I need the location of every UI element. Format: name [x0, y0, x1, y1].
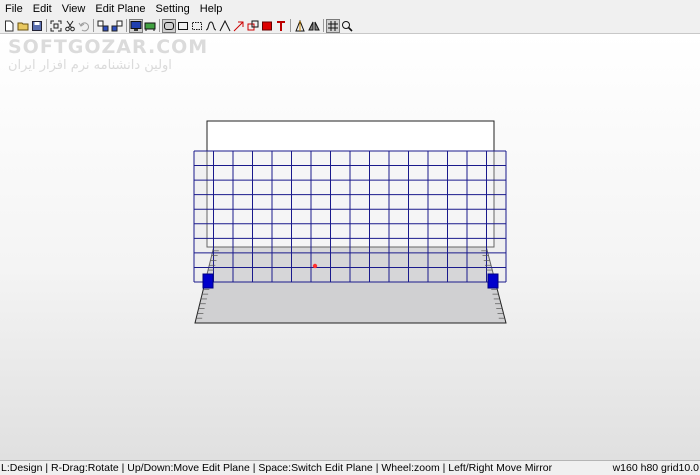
peak-icon[interactable]: [219, 19, 231, 32]
fit-view-icon[interactable]: [50, 20, 62, 32]
cut-icon[interactable]: [64, 20, 76, 32]
menu-bar: File Edit View Edit Plane Setting Help: [0, 0, 700, 18]
menu-edit-plane[interactable]: Edit Plane: [90, 0, 150, 18]
text-tool-icon[interactable]: [275, 20, 287, 32]
zoom-icon[interactable]: [341, 20, 353, 32]
menu-setting[interactable]: Setting: [151, 0, 195, 18]
mirror-icon[interactable]: [308, 20, 320, 32]
ruler-icon[interactable]: [294, 19, 306, 32]
toolbar-separator: [126, 19, 127, 32]
menu-file[interactable]: File: [0, 0, 28, 18]
undo-icon[interactable]: [78, 20, 90, 32]
arrow-icon[interactable]: [233, 20, 245, 32]
menu-edit[interactable]: Edit: [28, 0, 57, 18]
right-handle[interactable]: [487, 273, 499, 289]
plane-2-icon[interactable]: [111, 20, 123, 32]
rect-icon[interactable]: [177, 20, 189, 32]
snap-grid-icon[interactable]: [326, 18, 340, 33]
round-rect-icon[interactable]: [162, 18, 176, 33]
plane-1-icon[interactable]: [97, 20, 109, 32]
status-dimensions: w160 h80 grid10.0: [612, 462, 699, 474]
origin-marker: [312, 263, 318, 269]
red-rect-icon[interactable]: [261, 20, 273, 32]
toolbar-separator: [159, 19, 160, 32]
curve-icon[interactable]: [205, 20, 217, 32]
save-icon[interactable]: [31, 20, 43, 32]
monitor-view-icon[interactable]: [129, 18, 143, 33]
toolbar-separator: [46, 19, 47, 32]
toolbar-separator: [290, 19, 291, 32]
3d-scene[interactable]: [0, 34, 700, 460]
toolbar-separator: [323, 19, 324, 32]
multi-rect-icon[interactable]: [247, 20, 259, 32]
menu-view[interactable]: View: [57, 0, 91, 18]
new-icon[interactable]: [3, 20, 15, 32]
toolbar-separator: [93, 19, 94, 32]
dashed-rect-icon[interactable]: [191, 20, 203, 32]
status-bar: L:Design | R-Drag:Rotate | Up/Down:Move …: [0, 460, 700, 475]
open-icon[interactable]: [17, 20, 29, 32]
menu-help[interactable]: Help: [195, 0, 228, 18]
design-viewport[interactable]: SOFTGOZAR.COM اولین دانشنامه نرم افزار ا…: [0, 34, 700, 460]
toolbar: [0, 18, 700, 34]
status-help-text: L:Design | R-Drag:Rotate | Up/Down:Move …: [1, 462, 553, 474]
table-view-icon[interactable]: [144, 20, 156, 32]
left-handle[interactable]: [202, 273, 214, 289]
